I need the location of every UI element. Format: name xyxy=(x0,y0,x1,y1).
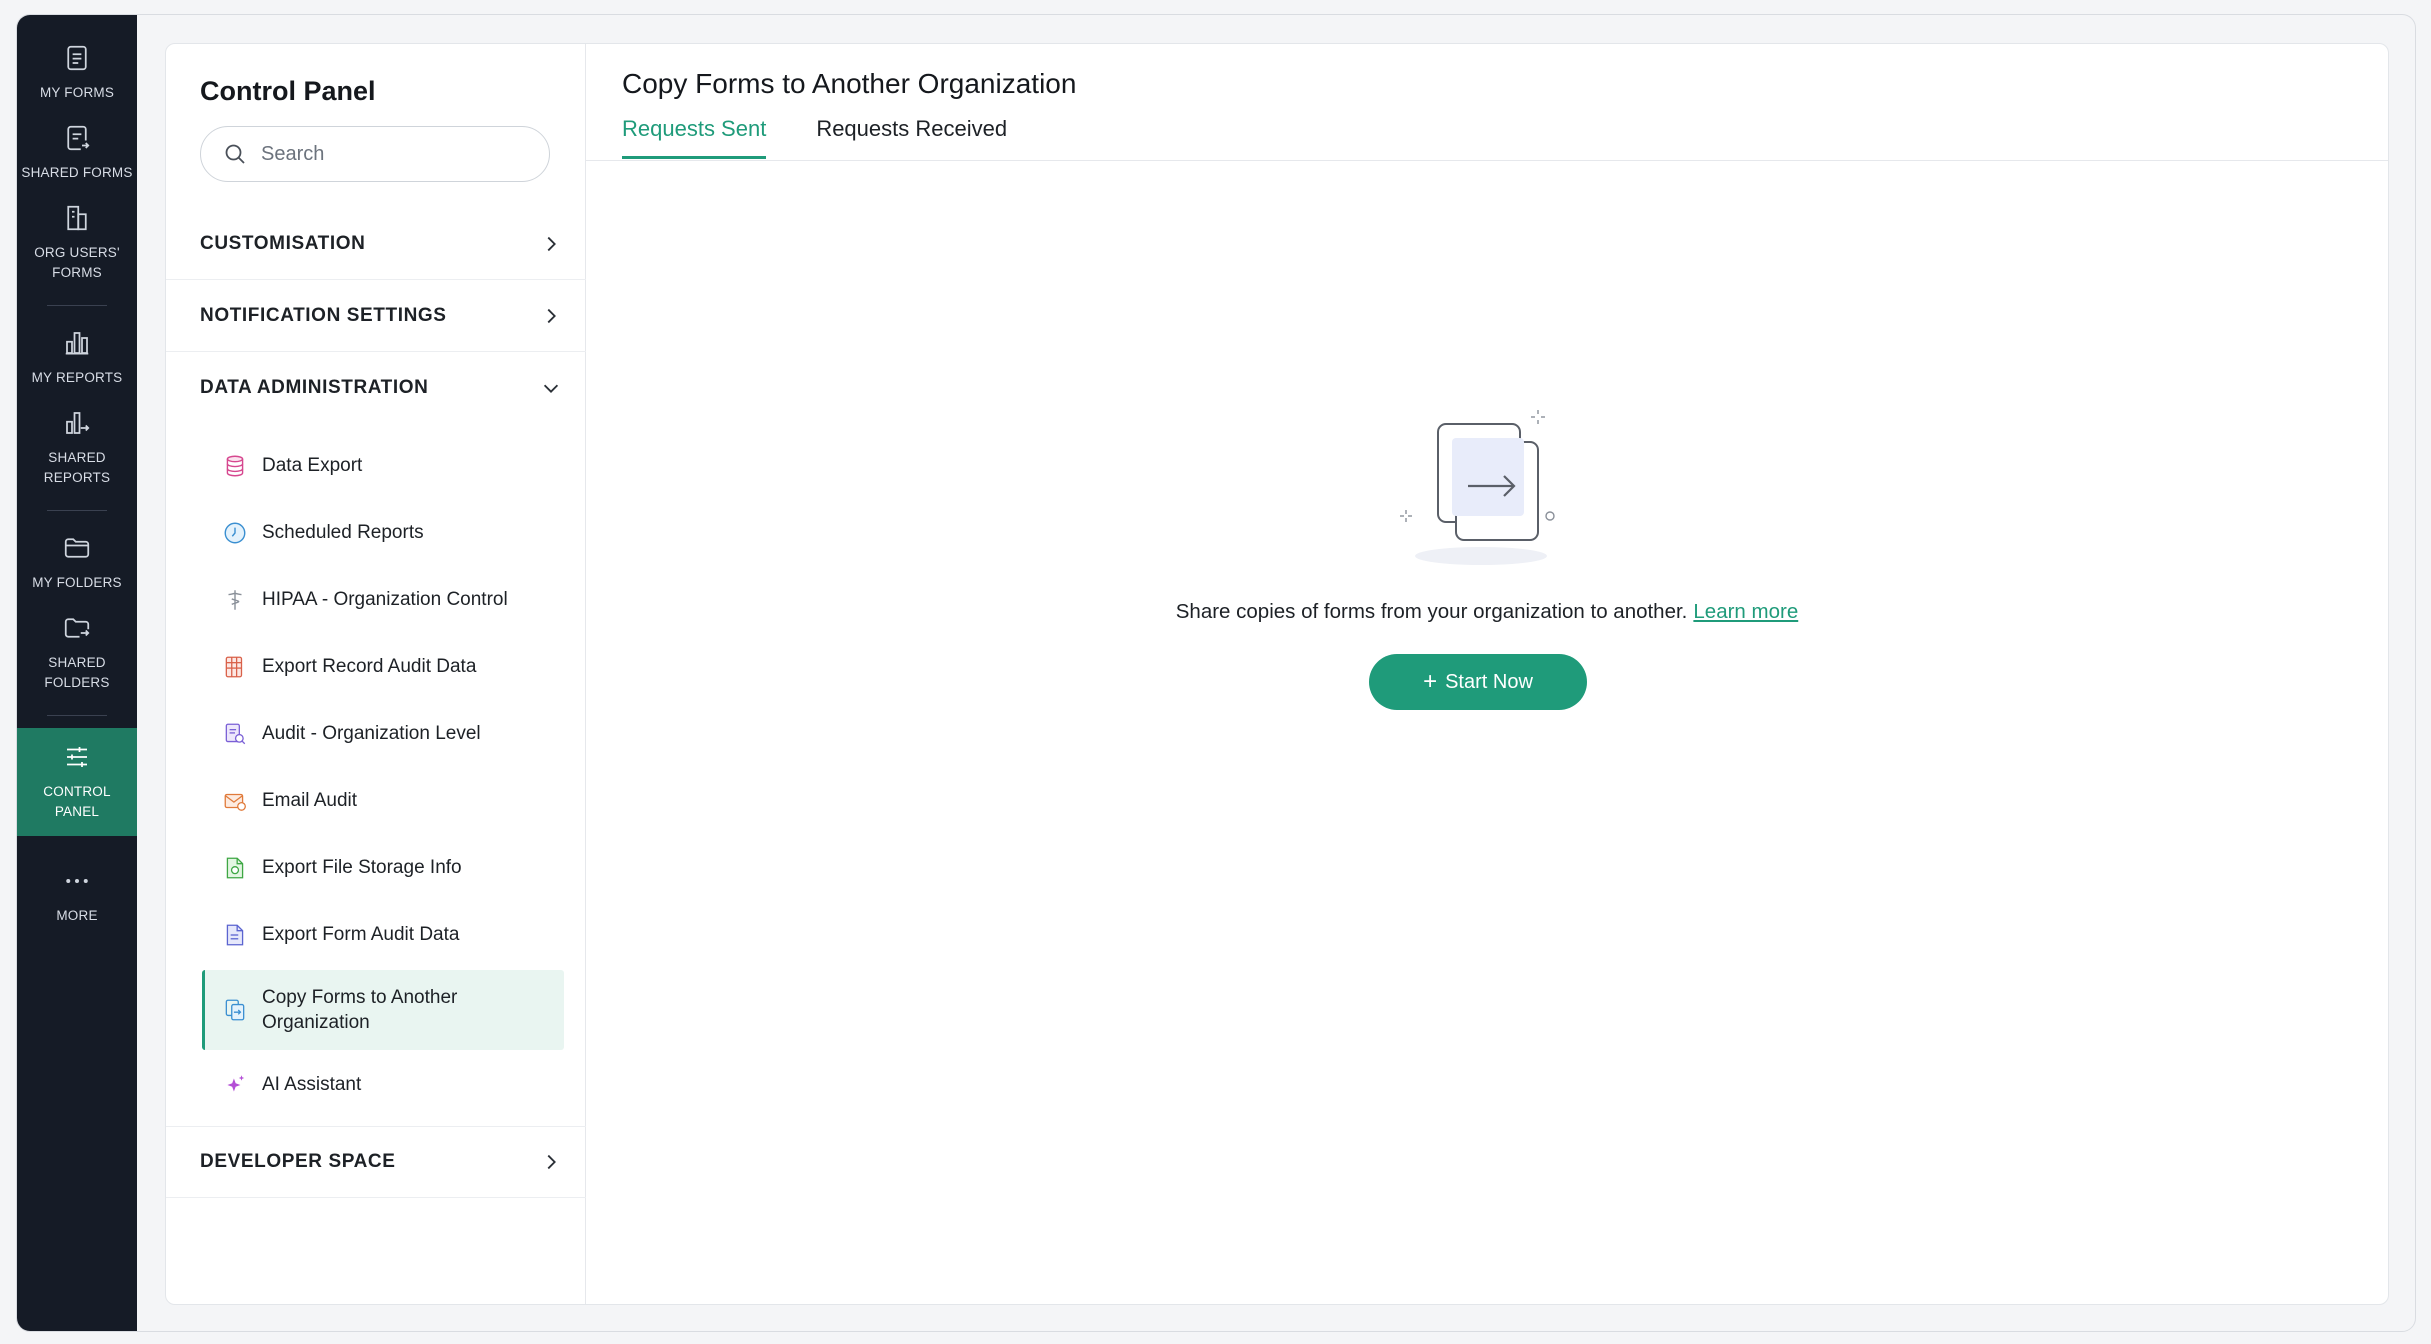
item-export-record-audit[interactable]: Export Record Audit Data xyxy=(202,635,564,699)
building-icon xyxy=(67,205,87,231)
rail-my-forms-label: MY FORMS xyxy=(39,85,115,100)
item-copy-forms-text: Copy Forms to Another Organization xyxy=(262,985,457,1035)
item-copy-forms-label-1: Copy Forms to Another xyxy=(262,987,458,1008)
item-copy-forms[interactable]: Copy Forms to Another Organization xyxy=(202,970,564,1050)
item-data-export-label: Data Export xyxy=(262,455,363,476)
chevron-right-icon xyxy=(547,308,556,323)
database-icon xyxy=(226,455,244,477)
chevron-down-icon xyxy=(543,384,559,393)
shared-folder-icon xyxy=(64,618,90,638)
rail-my-folders-label: MY FOLDERS xyxy=(32,575,122,590)
item-export-form-audit-label: Export Form Audit Data xyxy=(262,924,460,945)
rail-divider xyxy=(47,305,107,306)
item-email-audit-label: Email Audit xyxy=(262,790,358,811)
clock-icon xyxy=(224,522,246,544)
section-customisation-label: CUSTOMISATION xyxy=(200,232,366,254)
section-notification-label: NOTIFICATION SETTINGS xyxy=(200,304,447,326)
audit-document-icon xyxy=(225,723,246,745)
rail-control-panel-label-1: CONTROL xyxy=(43,784,111,799)
copy-forms-illustration-icon xyxy=(1400,410,1555,565)
rail-divider xyxy=(47,715,107,716)
file-storage-icon xyxy=(226,857,244,879)
caduceus-icon xyxy=(228,590,242,610)
content-area: Copy Forms to Another Organization Reque… xyxy=(586,44,2388,1304)
item-audit-org-level-label: Audit - Organization Level xyxy=(262,723,481,744)
shared-chart-icon xyxy=(66,412,90,434)
item-copy-forms-label-2: Organization xyxy=(262,1012,370,1033)
item-export-form-audit[interactable]: Export Form Audit Data xyxy=(202,903,564,967)
tab-requests-sent[interactable]: Requests Sent xyxy=(622,116,767,159)
more-dots-icon xyxy=(66,879,88,883)
spreadsheet-icon xyxy=(225,656,243,678)
sparkle-icon xyxy=(227,1075,245,1092)
envelope-icon xyxy=(224,793,246,811)
rail-shared-folders-label-2: FOLDERS xyxy=(44,675,110,690)
section-developer-label: DEVELOPER SPACE xyxy=(200,1151,396,1172)
tab-bar: Requests Sent Requests Received xyxy=(622,116,1007,159)
section-customisation[interactable]: CUSTOMISATION xyxy=(166,208,586,280)
control-panel-sidebar: Control Panel CUSTOMISATION NOTIFICATION… xyxy=(166,44,586,1304)
rail-shared-reports[interactable]: SHARED REPORTS xyxy=(17,398,137,498)
rail-my-folders[interactable]: MY FOLDERS xyxy=(17,523,137,603)
rail-shared-reports-label-1: SHARED xyxy=(48,450,106,465)
rail-my-forms[interactable]: MY FORMS xyxy=(17,33,137,113)
section-developer-space[interactable]: DEVELOPER SPACE xyxy=(166,1126,586,1198)
sliders-icon xyxy=(67,747,87,767)
item-hipaa-label: HIPAA - Organization Control xyxy=(262,589,508,610)
search-input[interactable] xyxy=(261,142,521,166)
rail-control-panel[interactable]: CONTROL PANEL xyxy=(17,728,137,836)
rail-org-users-label-2: FORMS xyxy=(52,265,102,280)
item-ai-assistant-label: AI Assistant xyxy=(262,1074,362,1095)
page-title: Copy Forms to Another Organization xyxy=(622,68,1077,99)
rail-shared-folders[interactable]: SHARED FOLDERS xyxy=(17,603,137,703)
rail-shared-folders-label-1: SHARED xyxy=(48,655,106,670)
rail-shared-forms[interactable]: SHARED FORMS xyxy=(17,113,137,193)
rail-my-reports-label: MY REPORTS xyxy=(31,370,123,385)
tab-divider xyxy=(586,160,2388,161)
bar-chart-icon xyxy=(65,332,89,355)
item-export-file-storage-label: Export File Storage Info xyxy=(262,857,462,878)
item-scheduled-reports[interactable]: Scheduled Reports xyxy=(202,501,564,565)
section-data-admin-label: DATA ADMINISTRATION xyxy=(200,377,429,398)
plus-icon: + xyxy=(1423,668,1438,695)
section-data-administration[interactable]: DATA ADMINISTRATION xyxy=(166,352,586,424)
main-card: Control Panel CUSTOMISATION NOTIFICATION… xyxy=(165,43,2389,1305)
rail-org-users-forms[interactable]: ORG USERS' FORMS xyxy=(17,193,137,293)
left-rail: MY FORMS SHARED FORMS ORG USERS' FORMS M… xyxy=(17,15,137,1331)
rail-more[interactable]: MORE xyxy=(17,856,137,936)
item-export-record-audit-label: Export Record Audit Data xyxy=(262,656,477,677)
section-notification-settings[interactable]: NOTIFICATION SETTINGS xyxy=(166,280,586,352)
item-scheduled-reports-label: Scheduled Reports xyxy=(262,522,424,543)
rail-shared-forms-label: SHARED FORMS xyxy=(21,165,133,180)
rail-control-panel-label-2: PANEL xyxy=(54,804,100,819)
app-frame: MY FORMS SHARED FORMS ORG USERS' FORMS M… xyxy=(16,14,2416,1332)
item-export-file-storage[interactable]: Export File Storage Info xyxy=(202,836,564,900)
tab-requests-received[interactable]: Requests Received xyxy=(816,116,1007,159)
chevron-right-icon xyxy=(547,236,556,251)
form-audit-icon xyxy=(226,924,244,946)
learn-more-link[interactable]: Learn more xyxy=(1693,600,1798,623)
item-audit-org-level[interactable]: Audit - Organization Level xyxy=(202,702,564,766)
rail-more-label: MORE xyxy=(56,908,98,923)
item-email-audit[interactable]: Email Audit xyxy=(202,769,564,833)
empty-state-text: Share copies of forms from your organiza… xyxy=(1175,600,1688,623)
search-box[interactable] xyxy=(200,126,550,182)
control-panel-title: Control Panel xyxy=(200,76,376,106)
start-now-button[interactable]: + Start Now xyxy=(1369,654,1587,710)
shared-form-icon xyxy=(67,125,90,151)
rail-shared-reports-label-2: REPORTS xyxy=(43,470,111,485)
chevron-right-icon xyxy=(547,1154,556,1170)
item-ai-assistant[interactable]: AI Assistant xyxy=(202,1053,564,1117)
rail-my-reports[interactable]: MY REPORTS xyxy=(17,318,137,398)
copy-forms-icon xyxy=(225,999,245,1021)
item-hipaa[interactable]: HIPAA - Organization Control xyxy=(202,568,564,632)
item-data-export[interactable]: Data Export xyxy=(202,434,564,498)
rail-org-users-label-1: ORG USERS' xyxy=(34,245,120,260)
start-now-label: Start Now xyxy=(1445,670,1533,693)
folder-icon xyxy=(64,538,90,558)
rail-divider xyxy=(47,510,107,511)
empty-state-message: Share copies of forms from your organiza… xyxy=(586,600,2388,624)
search-icon xyxy=(225,144,245,164)
form-icon xyxy=(67,45,87,71)
